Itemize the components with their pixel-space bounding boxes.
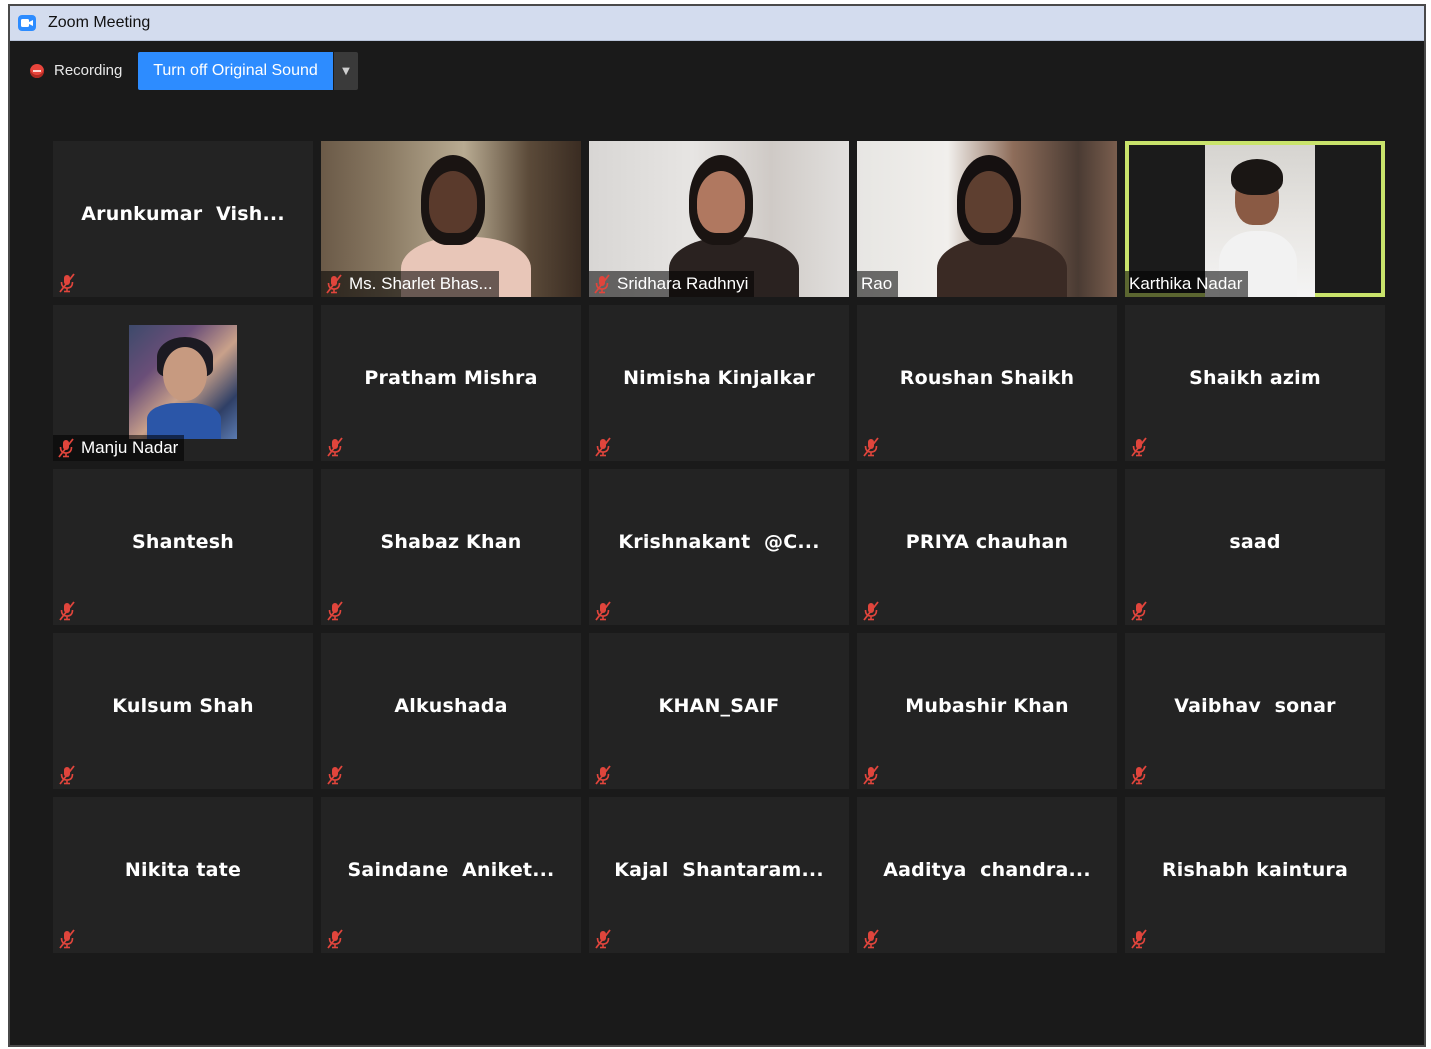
participant-name: Alkushada [394,695,508,717]
participant-tile[interactable]: Mubashir Khan [857,633,1117,789]
recording-indicator[interactable]: Recording [30,62,122,79]
participant-name: Aaditya chandra... [883,859,1091,881]
participant-tile[interactable]: Karthika Nadar [1125,141,1385,297]
participant-name: KHAN_SAIF [658,695,780,717]
muted-microphone-icon [594,765,612,785]
participant-name: saad [1229,531,1281,553]
participant-tile[interactable]: KHAN_SAIF [589,633,849,789]
muted-microphone-icon [58,601,76,621]
participant-name-label: Manju Nadar [53,435,185,461]
participant-tile[interactable]: Rao [857,141,1117,297]
participant-name: Ms. Sharlet Bhas... [349,274,493,293]
muted-microphone-icon [326,929,344,949]
participant-name: Mubashir Khan [905,695,1069,717]
participant-name: Sridhara Radhnyi [617,274,749,293]
muted-microphone-icon [1130,765,1148,785]
muted-microphone-icon [594,929,612,949]
participant-tile[interactable]: Rishabh kaintura [1125,797,1385,953]
muted-microphone-icon [1130,437,1148,457]
muted-microphone-icon [326,601,344,621]
participant-tile[interactable]: Shantesh [53,469,313,625]
participant-name-label: Karthika Nadar [1125,271,1249,297]
muted-microphone-icon [862,437,880,457]
participant-name: Shabaz Khan [380,531,522,553]
recording-label: Recording [54,62,123,79]
participant-name: Vaibhav sonar [1174,695,1336,717]
window-title: Zoom Meeting [48,14,151,31]
participant-name: Roushan Shaikh [899,367,1075,389]
participant-tile[interactable]: Kulsum Shah [53,633,313,789]
participant-tile[interactable]: Roushan Shaikh [857,305,1117,461]
participant-tile[interactable]: Aaditya chandra... [857,797,1117,953]
participant-tile[interactable]: Vaibhav sonar [1125,633,1385,789]
muted-microphone-icon [594,437,612,457]
participant-tile[interactable]: Sridhara Radhnyi [589,141,849,297]
participant-tile[interactable]: saad [1125,469,1385,625]
participant-tile[interactable]: Nimisha Kinjalkar [589,305,849,461]
participant-name: Shaikh azim [1189,367,1321,389]
participant-tile[interactable]: Ms. Sharlet Bhas... [321,141,581,297]
muted-microphone-icon [57,438,75,458]
participant-tile[interactable]: Krishnakant @C... [589,469,849,625]
participant-tile[interactable]: Shabaz Khan [321,469,581,625]
zoom-camera-icon [18,15,36,31]
participant-name: Krishnakant @C... [618,531,820,553]
muted-microphone-icon [862,601,880,621]
participant-name: Rishabh kaintura [1161,859,1349,881]
participant-name: Nikita tate [124,859,242,881]
participant-name: Rao [861,274,893,293]
participant-tile[interactable]: Saindane Aniket... [321,797,581,953]
title-bar[interactable]: Zoom Meeting [10,6,1424,41]
muted-microphone-icon [862,765,880,785]
participant-name-label: Sridhara Radhnyi [589,271,755,297]
participant-tile[interactable]: Alkushada [321,633,581,789]
participant-name: Arunkumar Vish... [81,203,285,225]
participant-tile[interactable]: Nikita tate [53,797,313,953]
muted-microphone-icon [326,765,344,785]
participant-name: Pratham Mishra [364,367,538,389]
muted-microphone-icon [1130,601,1148,621]
zoom-meeting-window: Zoom Meeting Recording Turn off Original… [8,4,1426,1047]
sound-options-dropdown[interactable]: ▼ [334,52,358,90]
participant-name: Nimisha Kinjalkar [623,367,815,389]
participant-name: Kajal Shantaram... [614,859,824,881]
participant-name-label: Ms. Sharlet Bhas... [321,271,499,297]
participant-tile[interactable]: PRIYA chauhan [857,469,1117,625]
profile-picture [129,325,237,439]
participant-tile[interactable]: Arunkumar Vish... [53,141,313,297]
chevron-down-icon: ▼ [342,65,350,77]
gallery-view-grid: Arunkumar Vish... Ms. Sharlet Bhas... Srid… [53,141,1385,953]
participant-tile[interactable]: Shaikh azim [1125,305,1385,461]
muted-microphone-icon [593,274,611,294]
participant-name: Saindane Aniket... [347,859,555,881]
muted-microphone-icon [862,929,880,949]
muted-microphone-icon [1130,929,1148,949]
participant-tile[interactable]: Manju Nadar [53,305,313,461]
muted-microphone-icon [325,274,343,294]
participant-name: PRIYA chauhan [905,531,1069,553]
muted-microphone-icon [58,765,76,785]
participant-name: Kulsum Shah [112,695,254,717]
participant-tile[interactable]: Kajal Shantaram... [589,797,849,953]
recording-icon [30,63,44,78]
participant-name: Manju Nadar [81,438,179,457]
participant-name-label: Rao [857,271,899,297]
turn-off-original-sound-button[interactable]: Turn off Original Sound [138,52,333,90]
muted-microphone-icon [58,273,76,293]
participant-name: Shantesh [132,531,234,553]
muted-microphone-icon [326,437,344,457]
muted-microphone-icon [58,929,76,949]
participant-tile[interactable]: Pratham Mishra [321,305,581,461]
muted-microphone-icon [594,601,612,621]
participant-name: Karthika Nadar [1129,274,1243,293]
